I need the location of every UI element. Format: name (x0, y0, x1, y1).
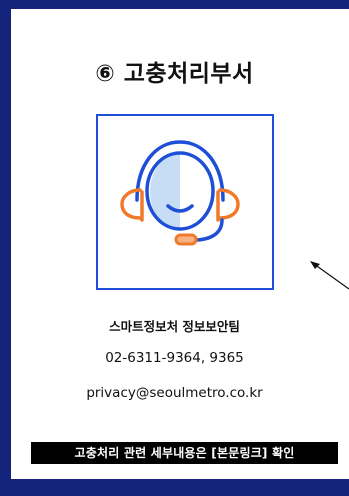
department-name: 스마트정보처 정보보안팀 (109, 319, 240, 334)
headset-support-icon (96, 114, 274, 290)
section-title: ⑥ 고충처리부서 (95, 61, 254, 87)
phone-number: 02-6311-9364, 9365 (105, 350, 244, 366)
email-address[interactable]: privacy@seoulmetro.co.kr (0, 385, 349, 401)
notice-banner[interactable]: 고충처리 관련 세부내용은 [본문링크] 확인 (31, 442, 338, 464)
pointer-arrow-icon (310, 261, 349, 290)
